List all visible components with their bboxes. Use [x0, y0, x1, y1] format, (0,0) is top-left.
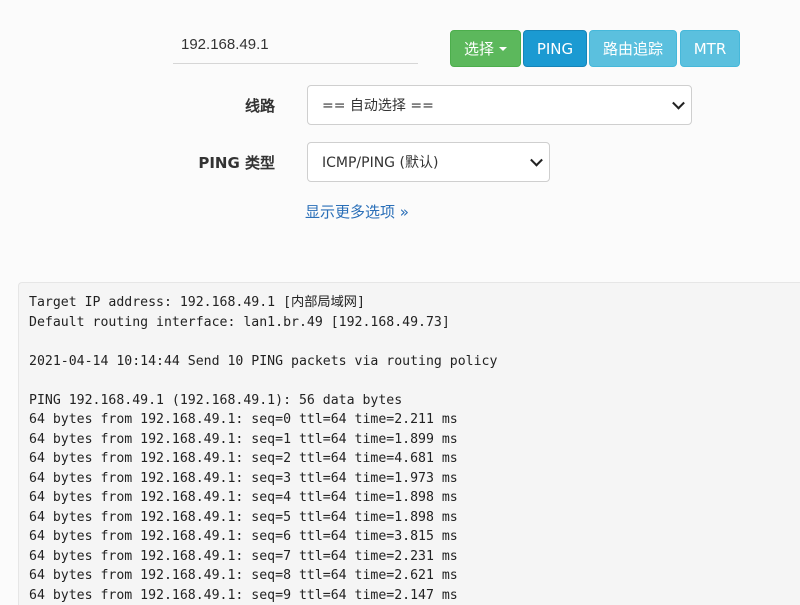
output-line: 2021-04-14 10:14:44 Send 10 PING packets… — [29, 353, 498, 369]
output-line: 64 bytes from 192.168.49.1: seq=3 ttl=64… — [29, 470, 458, 486]
route-select-value: == 自动选择 == — [322, 98, 434, 114]
select-button[interactable]: 选择 — [450, 30, 521, 67]
output-line: 64 bytes from 192.168.49.1: seq=7 ttl=64… — [29, 548, 458, 564]
traceroute-button-label: 路由追踪 — [602, 40, 663, 58]
network-tools-page: 选择 PING 路由追踪 MTR 线路 == 自动选择 == PING 类型 I… — [0, 0, 800, 605]
output-line: Default routing interface: lan1.br.49 [1… — [29, 314, 450, 330]
ping-type-select[interactable]: ICMP/PING (默认) — [307, 142, 550, 182]
output-line: 64 bytes from 192.168.49.1: seq=2 ttl=64… — [29, 451, 458, 466]
mtr-button-label: MTR — [693, 39, 727, 58]
output-line: 64 bytes from 192.168.49.1: seq=1 ttl=64… — [29, 431, 458, 447]
chevron-down-icon — [530, 153, 543, 167]
output-line: 64 bytes from 192.168.49.1: seq=5 ttl=64… — [29, 509, 458, 525]
traceroute-button[interactable]: 路由追踪 — [589, 30, 677, 67]
more-options-link[interactable]: 显示更多选项 » — [305, 201, 409, 222]
chevron-down-icon — [672, 96, 685, 110]
output-line: 64 bytes from 192.168.49.1: seq=4 ttl=64… — [29, 490, 458, 505]
ping-output-console: Target IP address: 192.168.49.1 [内部局域网] … — [18, 282, 800, 605]
output-line: 64 bytes from 192.168.49.1: seq=6 ttl=64… — [29, 529, 458, 544]
output-line: 64 bytes from 192.168.49.1: seq=0 ttl=64… — [29, 412, 458, 427]
select-button-label: 选择 — [463, 40, 494, 58]
output-line: Target IP address: 192.168.49.1 [内部局域网] — [29, 295, 365, 310]
route-label: 线路 — [244, 97, 275, 115]
mtr-button[interactable]: MTR — [680, 30, 740, 67]
ping-button-label: PING — [536, 39, 574, 58]
output-line: PING 192.168.49.1 (192.168.49.1): 56 dat… — [29, 392, 403, 408]
ping-type-select-value: ICMP/PING (默认) — [322, 155, 439, 171]
target-ip-input[interactable] — [173, 26, 418, 64]
ping-button[interactable]: PING — [523, 30, 587, 67]
ping-type-label: PING 类型 — [198, 154, 275, 172]
caret-down-icon — [499, 46, 507, 51]
route-select[interactable]: == 自动选择 == — [307, 85, 692, 125]
output-line: 64 bytes from 192.168.49.1: seq=9 ttl=64… — [29, 587, 458, 603]
output-line: 64 bytes from 192.168.49.1: seq=8 ttl=64… — [29, 568, 458, 583]
